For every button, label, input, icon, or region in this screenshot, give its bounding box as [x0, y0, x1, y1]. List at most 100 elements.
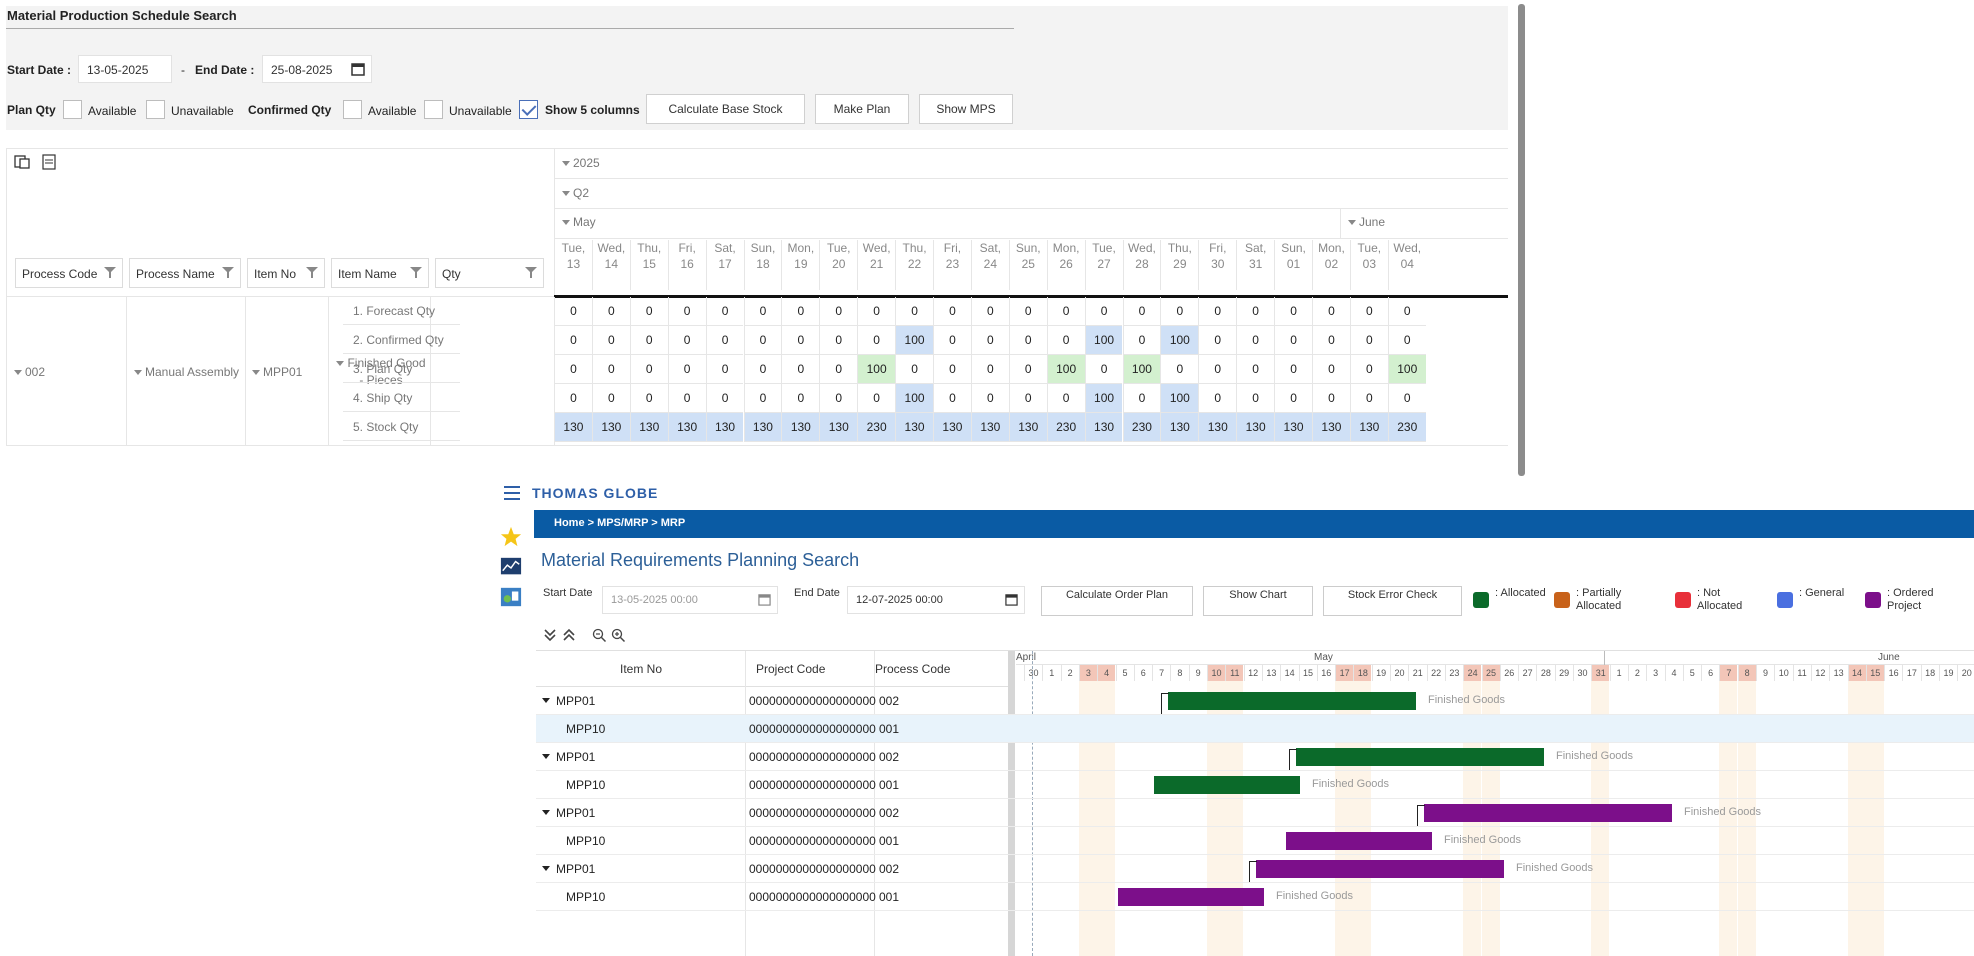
expand-caret-icon[interactable]	[542, 810, 550, 815]
qty-cell[interactable]: 0	[1198, 297, 1237, 326]
qty-cell[interactable]: 130	[1236, 413, 1275, 442]
qty-cell[interactable]: 0	[1046, 297, 1085, 326]
filter-item-name[interactable]: Item Name	[331, 258, 429, 288]
qty-cell[interactable]: 0	[629, 384, 668, 413]
qty-cell[interactable]: 100	[857, 355, 896, 384]
qty-cell[interactable]: 130	[1160, 413, 1199, 442]
calendar-icon[interactable]	[758, 593, 771, 606]
qty-cell[interactable]: 0	[629, 297, 668, 326]
show-5-columns-checkbox[interactable]	[519, 100, 538, 119]
qty-cell[interactable]: 0	[970, 384, 1009, 413]
qty-cell[interactable]: 0	[1274, 297, 1312, 326]
qty-cell[interactable]: 0	[1160, 297, 1199, 326]
qty-cell[interactable]: 0	[1349, 355, 1388, 384]
chart-icon[interactable]	[500, 556, 522, 578]
plan-available-checkbox[interactable]	[63, 100, 82, 119]
year-header[interactable]: 2025	[562, 156, 600, 170]
qty-cell[interactable]: 0	[781, 384, 820, 413]
qty-cell[interactable]: 0	[1236, 355, 1275, 384]
qty-cell[interactable]: 0	[1274, 355, 1312, 384]
qty-cell[interactable]: 0	[895, 297, 933, 326]
qty-cell[interactable]: 0	[743, 326, 782, 355]
qty-cell[interactable]: 0	[857, 297, 896, 326]
qty-cell[interactable]: 0	[1084, 297, 1123, 326]
qty-cell[interactable]: 0	[1008, 355, 1047, 384]
qty-cell[interactable]: 130	[705, 413, 744, 442]
qty-cell[interactable]: 100	[1122, 355, 1161, 384]
breadcrumb[interactable]: Home > MPS/MRP > MRP	[534, 510, 1974, 538]
qty-cell[interactable]: 0	[667, 384, 706, 413]
qty-cell[interactable]: 0	[895, 355, 933, 384]
show-mps-button[interactable]: Show MPS	[919, 94, 1013, 124]
qty-cell[interactable]: 130	[1274, 413, 1312, 442]
qty-cell[interactable]: 0	[629, 326, 668, 355]
qty-cell[interactable]: 0	[970, 326, 1009, 355]
stock-error-check-button[interactable]: Stock Error Check	[1323, 586, 1462, 616]
qty-cell[interactable]: 0	[1122, 384, 1161, 413]
qty-cell[interactable]: 0	[1349, 297, 1388, 326]
qty-cell[interactable]: 0	[1312, 355, 1350, 384]
qty-cell[interactable]: 0	[1160, 355, 1199, 384]
qty-cell[interactable]: 0	[705, 297, 744, 326]
qty-cell[interactable]: 0	[1312, 326, 1350, 355]
qty-cell[interactable]: 0	[819, 384, 858, 413]
qty-cell[interactable]: 0	[1349, 384, 1388, 413]
calculate-base-stock-button[interactable]: Calculate Base Stock	[646, 94, 805, 124]
qty-cell[interactable]: 0	[667, 326, 706, 355]
confirmed-available-checkbox[interactable]	[343, 100, 362, 119]
qty-cell[interactable]: 0	[1198, 326, 1237, 355]
table-row[interactable]: MPP01 0000000000000000000 002	[536, 799, 1974, 827]
qty-cell[interactable]: 0	[1008, 384, 1047, 413]
qty-cell[interactable]: 0	[1274, 326, 1312, 355]
qty-cell[interactable]: 0	[629, 355, 668, 384]
col-header-item-no[interactable]: Item No	[620, 662, 662, 676]
qty-cell[interactable]: 130	[1084, 413, 1123, 442]
export-excel-icon[interactable]	[14, 154, 30, 170]
collapse-all-icon[interactable]	[562, 628, 576, 642]
qty-cell[interactable]: 0	[933, 326, 971, 355]
qty-cell[interactable]: 230	[1122, 413, 1161, 442]
export-csv-icon[interactable]	[42, 154, 56, 170]
qty-cell[interactable]: 130	[667, 413, 706, 442]
report-icon[interactable]	[500, 586, 522, 608]
qty-cell[interactable]: 130	[1312, 413, 1350, 442]
qty-cell[interactable]: 130	[743, 413, 782, 442]
qty-cell[interactable]: 0	[743, 355, 782, 384]
qty-cell[interactable]: 100	[1387, 355, 1426, 384]
col-header-project-code[interactable]: Project Code	[756, 662, 825, 676]
qty-cell[interactable]: 0	[933, 355, 971, 384]
expand-caret-icon[interactable]	[542, 866, 550, 871]
qty-cell[interactable]: 0	[1236, 384, 1275, 413]
qty-cell[interactable]: 130	[970, 413, 1009, 442]
plan-unavailable-checkbox[interactable]	[146, 100, 165, 119]
qty-cell[interactable]: 0	[1122, 297, 1161, 326]
qty-cell[interactable]: 100	[1084, 384, 1123, 413]
qty-cell[interactable]: 230	[1046, 413, 1085, 442]
filter-process-code[interactable]: Process Code	[15, 258, 123, 288]
table-row[interactable]: MPP01 0000000000000000000 002	[536, 743, 1974, 771]
qty-cell[interactable]: 0	[1008, 326, 1047, 355]
qty-cell[interactable]: 0	[743, 297, 782, 326]
qty-cell[interactable]: 0	[857, 326, 896, 355]
item-no-cell[interactable]: MPP01	[252, 365, 302, 379]
table-row[interactable]: MPP01 0000000000000000000 002	[536, 855, 1974, 883]
qty-cell[interactable]: 130	[554, 413, 592, 442]
calculate-order-plan-button[interactable]: Calculate Order Plan	[1041, 586, 1193, 616]
qty-cell[interactable]: 0	[1274, 384, 1312, 413]
calendar-icon[interactable]	[351, 62, 365, 76]
qty-cell[interactable]: 130	[895, 413, 933, 442]
qty-cell[interactable]: 0	[819, 326, 858, 355]
qty-cell[interactable]: 0	[1084, 355, 1123, 384]
qty-cell[interactable]: 0	[1312, 297, 1350, 326]
table-row[interactable]: MPP10 0000000000000000000 001	[536, 827, 1974, 855]
zoom-in-icon[interactable]	[611, 628, 626, 643]
table-row[interactable]: MPP10 0000000000000000000 001	[536, 771, 1974, 799]
qty-cell[interactable]: 100	[895, 326, 933, 355]
qty-cell[interactable]: 100	[1084, 326, 1123, 355]
calendar-icon[interactable]	[1005, 593, 1018, 606]
qty-cell[interactable]: 100	[1160, 384, 1199, 413]
qty-cell[interactable]: 0	[743, 384, 782, 413]
expand-all-icon[interactable]	[543, 628, 557, 642]
start-date-input[interactable]: 13-05-2025	[78, 55, 172, 83]
qty-cell[interactable]: 0	[1198, 355, 1237, 384]
